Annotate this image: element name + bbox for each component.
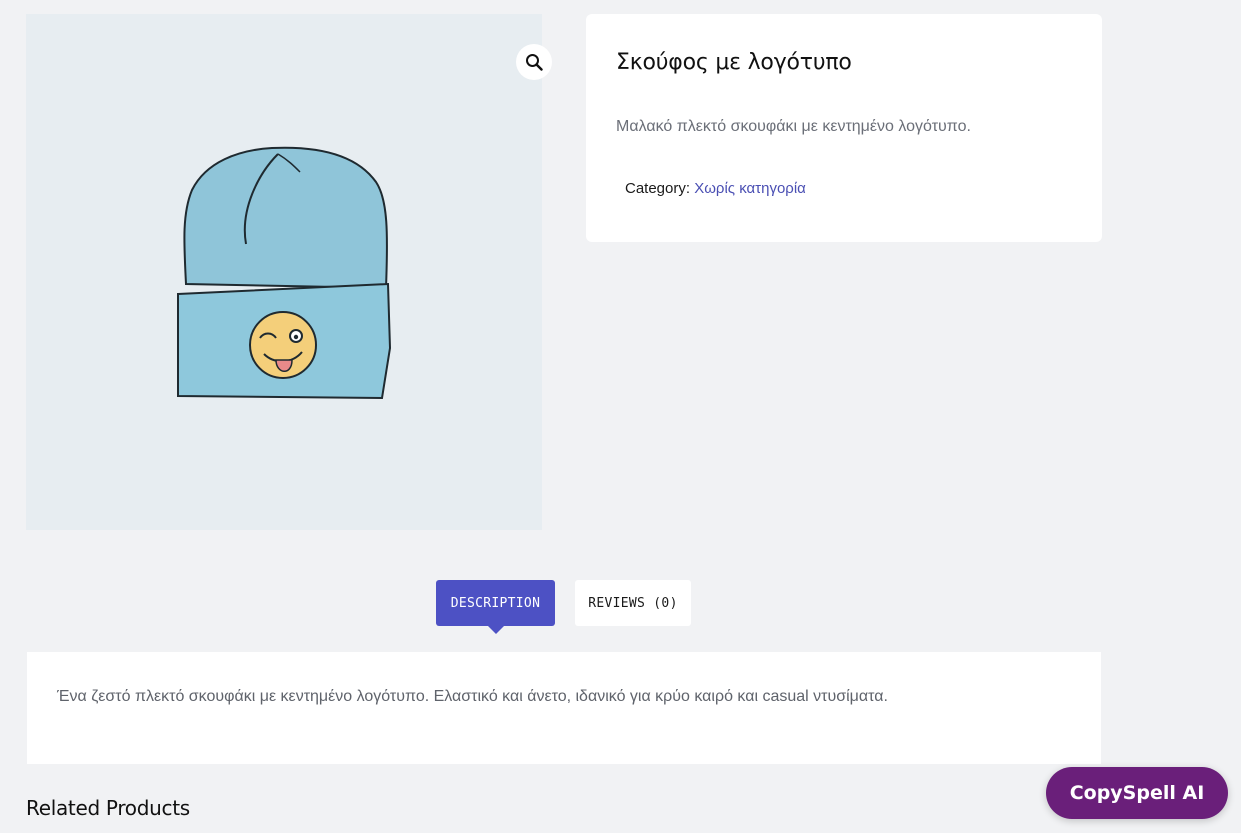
product-summary-card: Σκούφος με λογότυπο Μαλακό πλεκτό σκουφά… <box>586 14 1102 242</box>
category-link[interactable]: Χωρίς κατηγορία <box>694 180 806 197</box>
product-page: Σκούφος με λογότυπο Μαλακό πλεκτό σκουφά… <box>0 0 1241 833</box>
product-image-beanie <box>177 146 392 400</box>
description-text: Ένα ζεστό πλεκτό σκουφάκι με κεντημένο λ… <box>57 688 888 705</box>
product-image-gallery[interactable] <box>26 14 552 530</box>
related-products-heading: Related Products <box>26 796 190 820</box>
category-label: Category: <box>625 180 691 197</box>
copyspell-ai-button[interactable]: CopySpell AI <box>1046 767 1228 819</box>
tab-description[interactable]: DESCRIPTION <box>436 580 555 634</box>
description-panel: Ένα ζεστό πλεκτό σκουφάκι με κεντημένο λ… <box>27 652 1101 764</box>
zoom-button[interactable] <box>516 44 552 80</box>
tab-reviews[interactable]: REVIEWS (0) <box>575 580 691 626</box>
magnifier-icon <box>526 54 543 71</box>
product-title: Σκούφος με λογότυπο <box>616 50 852 75</box>
product-category-meta: Category: Χωρίς κατηγορία <box>625 180 806 197</box>
product-short-description: Μαλακό πλεκτό σκουφάκι με κεντημένο λογό… <box>616 118 971 135</box>
